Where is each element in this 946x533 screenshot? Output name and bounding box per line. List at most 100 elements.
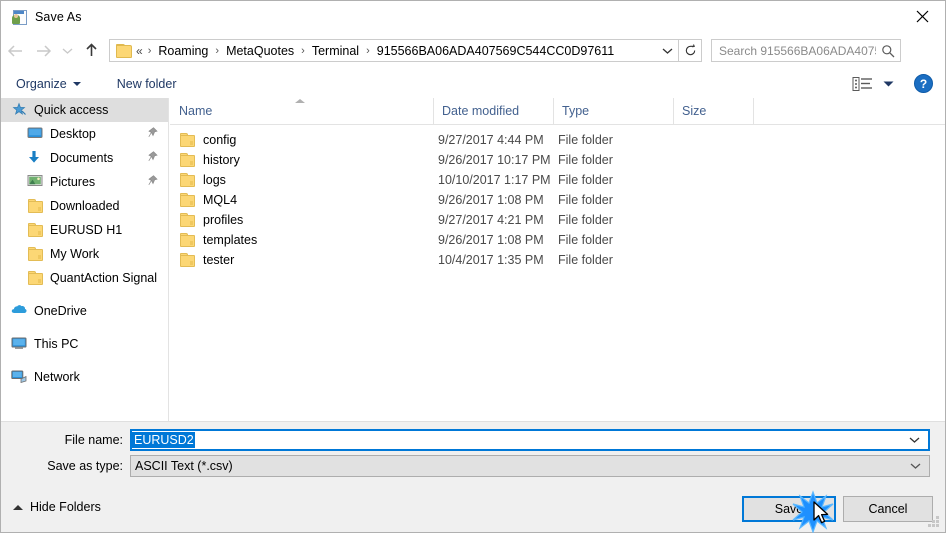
column-header-size[interactable]: Size	[673, 98, 753, 124]
file-date-modified: 9/26/2017 10:17 PM	[438, 153, 551, 167]
breadcrumb-item-roaming[interactable]: Roaming	[157, 44, 209, 58]
star-pin-icon	[11, 102, 27, 118]
file-type: File folder	[558, 253, 613, 267]
address-bar[interactable]: « › Roaming › MetaQuotes › Terminal › 91…	[109, 39, 679, 62]
table-row[interactable]: tester 10/4/2017 1:35 PM File folder	[170, 250, 945, 270]
pin-icon[interactable]	[148, 175, 158, 189]
breadcrumb-item-metaquotes[interactable]: MetaQuotes	[225, 44, 295, 58]
resize-grip-icon[interactable]	[928, 516, 940, 528]
chevron-down-icon[interactable]	[910, 459, 921, 473]
up-button[interactable]	[77, 37, 105, 65]
sidebar-item-quantaction-signal[interactable]: QuantAction Signal	[1, 266, 168, 290]
view-layout-icon[interactable]	[852, 76, 874, 92]
new-folder-button[interactable]: New folder	[110, 74, 184, 94]
help-icon[interactable]: ?	[914, 74, 933, 93]
file-name-label: File name:	[64, 433, 123, 447]
cancel-button[interactable]: Cancel	[843, 496, 933, 522]
breadcrumb-overflow[interactable]: «	[136, 44, 146, 58]
navigation-pane: Quick access Desktop Documents Pictures …	[1, 98, 169, 421]
hide-folders-button[interactable]: Hide Folders	[13, 500, 101, 514]
recent-locations-button[interactable]	[57, 37, 77, 65]
save-button-label: Save	[774, 502, 804, 516]
folder-icon	[179, 252, 195, 268]
folder-icon	[27, 246, 43, 262]
column-header-name[interactable]: Name	[170, 98, 433, 124]
save-button[interactable]: Save	[742, 496, 836, 522]
view-dropdown-button[interactable]	[883, 80, 894, 88]
column-label: Date modified	[442, 104, 520, 118]
search-box[interactable]: Search 915566BA06ADA40756...	[711, 39, 901, 62]
sidebar-item-downloaded[interactable]: Downloaded	[1, 194, 168, 218]
sidebar-item-eurusd-h1[interactable]: EURUSD H1	[1, 218, 168, 242]
toolbar-right-group: ?	[852, 74, 945, 93]
breadcrumb-separator: ›	[215, 44, 220, 57]
hide-folders-label: Hide Folders	[30, 500, 101, 514]
file-list-pane: Name Date modified Type Size config 9/27…	[170, 98, 945, 421]
breadcrumb-item-terminal[interactable]: Terminal	[311, 44, 360, 58]
file-date-modified: 9/27/2017 4:21 PM	[438, 213, 544, 227]
search-input[interactable]: Search 915566BA06ADA40756...	[712, 44, 876, 58]
file-name: templates	[203, 233, 258, 247]
file-name: history	[203, 153, 240, 167]
new-folder-label: New folder	[116, 76, 177, 91]
sidebar-item-desktop[interactable]: Desktop	[1, 122, 168, 146]
column-header-type[interactable]: Type	[553, 98, 673, 124]
sidebar-item-this-pc[interactable]: This PC	[1, 332, 168, 356]
sidebar-item-documents[interactable]: Documents	[1, 146, 168, 170]
refresh-button[interactable]	[679, 39, 702, 62]
folder-icon	[27, 270, 43, 286]
table-row[interactable]: MQL4 9/26/2017 1:08 PM File folder	[170, 190, 945, 210]
file-type: File folder	[558, 213, 613, 227]
refresh-icon	[685, 44, 695, 56]
search-icon[interactable]	[876, 44, 900, 58]
sidebar-item-label: Desktop	[50, 127, 96, 141]
command-toolbar: Organize New folder ?	[1, 69, 945, 99]
save-as-icon	[11, 9, 27, 25]
help-label: ?	[919, 76, 928, 91]
file-type: File folder	[558, 153, 613, 167]
forward-button[interactable]	[29, 37, 57, 65]
save-as-type-select[interactable]: ASCII Text (*.csv)	[130, 455, 930, 477]
organize-button[interactable]: Organize	[9, 74, 88, 94]
address-dropdown-button[interactable]	[656, 40, 678, 61]
sidebar-item-onedrive[interactable]: OneDrive	[1, 299, 168, 323]
sidebar-item-pictures[interactable]: Pictures	[1, 170, 168, 194]
sidebar-item-label: EURUSD H1	[50, 223, 123, 237]
column-label: Name	[179, 104, 213, 118]
sidebar-item-network[interactable]: Network	[1, 365, 168, 389]
column-header-row: Name Date modified Type Size	[170, 98, 945, 125]
column-header-date-modified[interactable]: Date modified	[433, 98, 553, 124]
pin-icon[interactable]	[148, 127, 158, 141]
table-row[interactable]: history 9/26/2017 10:17 PM File folder	[170, 150, 945, 170]
sidebar-item-label: Downloaded	[50, 199, 120, 213]
sidebar-item-quick-access[interactable]: Quick access	[1, 98, 168, 122]
pin-icon[interactable]	[148, 151, 158, 165]
chevron-down-icon[interactable]	[909, 433, 920, 447]
file-name-input[interactable]: EURUSD2	[130, 429, 930, 451]
save-as-type-label: Save as type:	[47, 459, 123, 473]
sidebar-item-label: OneDrive	[34, 304, 87, 318]
breadcrumb-item-terminal-id[interactable]: 915566BA06ADA407569C544CC0D97611	[376, 44, 615, 58]
file-name: profiles	[203, 213, 244, 227]
column-header-spacer	[753, 98, 773, 124]
folder-icon	[179, 132, 195, 148]
table-row[interactable]: templates 9/26/2017 1:08 PM File folder	[170, 230, 945, 250]
close-icon	[916, 10, 928, 22]
table-row[interactable]: profiles 9/27/2017 4:21 PM File folder	[170, 210, 945, 230]
file-name: MQL4	[203, 193, 238, 207]
sidebar-item-my-work[interactable]: My Work	[1, 242, 168, 266]
forward-arrow-icon	[36, 44, 51, 57]
folder-icon	[179, 192, 195, 208]
folder-icon	[179, 152, 195, 168]
sidebar-item-label: This PC	[34, 337, 79, 351]
dialog-body: Quick access Desktop Documents Pictures …	[1, 98, 945, 421]
back-button[interactable]	[1, 37, 29, 65]
cancel-button-label: Cancel	[868, 502, 908, 516]
table-row[interactable]: config 9/27/2017 4:44 PM File folder	[170, 130, 945, 150]
close-button[interactable]	[899, 1, 945, 31]
table-row[interactable]: logs 10/10/2017 1:17 PM File folder	[170, 170, 945, 190]
file-name: config	[203, 133, 237, 147]
network-icon	[11, 369, 27, 385]
dialog-footer: Hide Folders Save Cancel	[1, 488, 945, 532]
chevron-down-icon	[72, 81, 81, 86]
